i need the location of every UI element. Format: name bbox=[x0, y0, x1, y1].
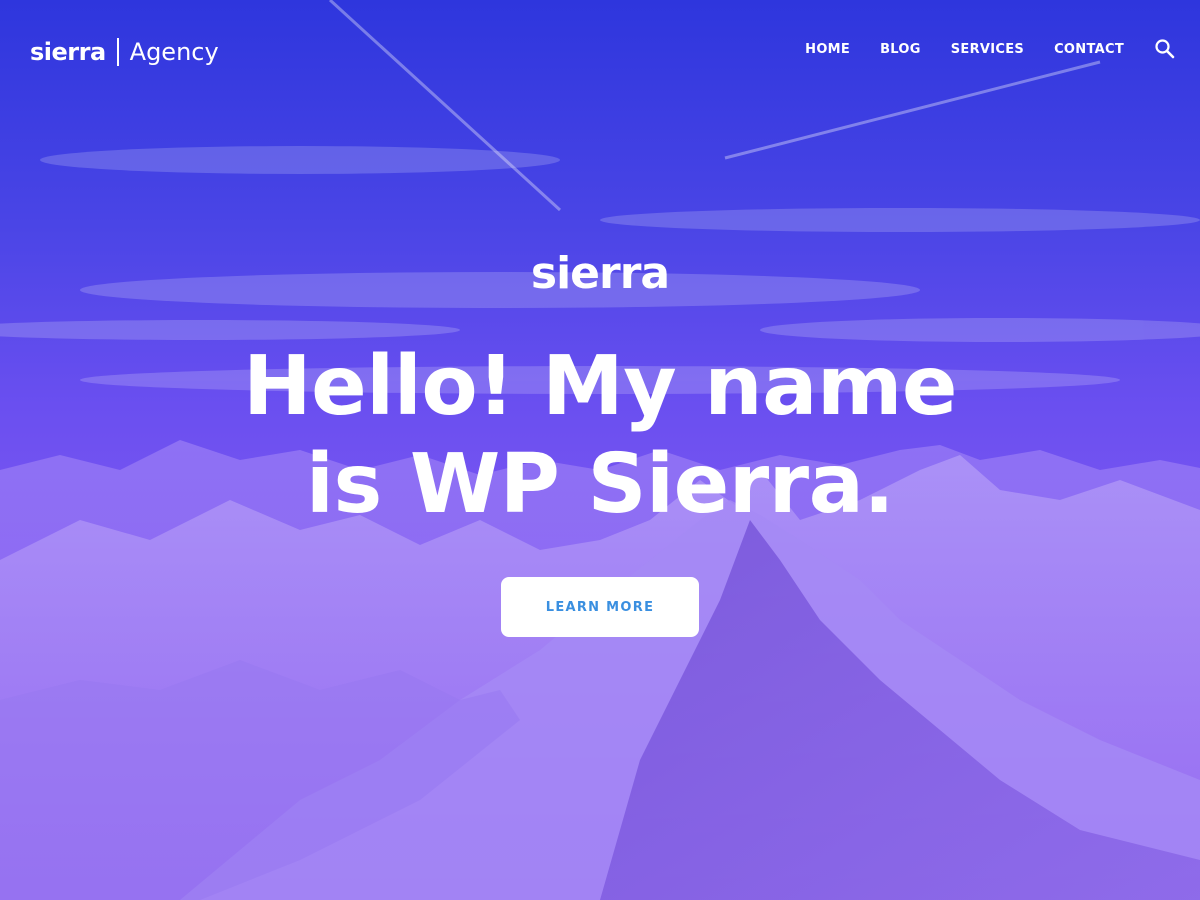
site-logo[interactable]: sierra Agency bbox=[30, 34, 219, 70]
nav-services-link[interactable]: SERVICES bbox=[951, 42, 1024, 57]
hero-headline-line-1: Hello! My name bbox=[242, 339, 958, 434]
learn-more-label: LEARN MORE bbox=[545, 599, 655, 615]
search-icon[interactable] bbox=[1154, 38, 1176, 60]
hero-brand-logo: sierra bbox=[530, 248, 670, 299]
learn-more-button[interactable]: LEARN MORE bbox=[501, 577, 699, 637]
nav-blog-link[interactable]: BLOG bbox=[880, 42, 921, 57]
hero-section: sierra Agency HOME BLOG SERVICES CONTACT… bbox=[0, 0, 1200, 900]
hero-headline: Hello! My name is WP Sierra. bbox=[150, 338, 1050, 534]
contrail-lines bbox=[328, 0, 1101, 212]
hero-headline-line-2: is WP Sierra. bbox=[305, 437, 895, 532]
nav-contact-link[interactable]: CONTACT bbox=[1054, 42, 1124, 57]
main-navigation: HOME BLOG SERVICES CONTACT bbox=[775, 38, 1176, 60]
nav-home-link[interactable]: HOME bbox=[805, 42, 850, 57]
logo-divider bbox=[116, 38, 119, 66]
logo-suffix: Agency bbox=[129, 38, 219, 66]
logo-wordmark: sierra bbox=[30, 38, 106, 66]
